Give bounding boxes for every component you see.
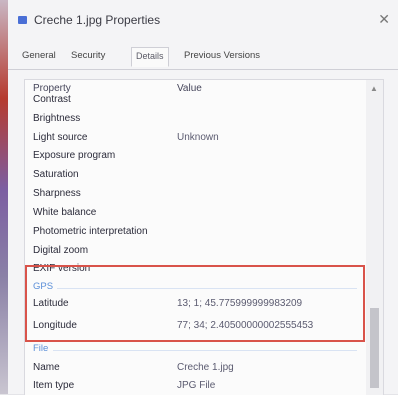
property-value: 13; 1; 45.775999999983209 [177,298,303,309]
property-name: Exposure program [33,150,116,161]
tab-bar: General Security Details Previous Versio… [8,47,398,70]
scroll-up-icon[interactable]: ▲ [370,84,378,93]
list-item[interactable]: EXIF version [25,261,365,279]
property-name: Name [33,362,60,373]
property-name: Item type [33,380,75,391]
list-item-longitude[interactable]: Longitude 77; 34; 2.40500000002555453 [25,318,365,336]
tab-general[interactable]: General [22,50,56,61]
property-name: Contrast [33,94,71,105]
list-item[interactable]: Light source Unknown [25,130,365,148]
property-value: JPG File [177,380,216,391]
property-name: Saturation [33,169,79,180]
list-item[interactable]: Photometric interpretation [25,224,365,242]
section-header-file: File [33,343,49,354]
property-name: Sharpness [33,188,81,199]
list-item-latitude[interactable]: Latitude 13; 1; 45.775999999983209 [25,296,365,314]
list-item[interactable]: Saturation [25,167,365,185]
section-divider [57,288,357,289]
list-item[interactable]: Exposure program [25,148,365,166]
list-item[interactable]: Item type JPG File [25,378,365,395]
tab-details[interactable]: Details [131,47,169,67]
section-header-gps: GPS [33,281,54,292]
property-name: Latitude [33,298,69,309]
property-value: Unknown [177,132,219,143]
vertical-scrollbar[interactable]: ▲ [366,80,383,395]
property-name: White balance [33,207,97,218]
properties-window: Creche 1.jpg Properties ✕ General Securi… [8,0,398,395]
title-bar: Creche 1.jpg Properties ✕ [8,0,398,40]
list-item[interactable]: Brightness [25,111,365,129]
property-name: Light source [33,132,88,143]
property-value: Creche 1.jpg [177,362,234,373]
details-list[interactable]: Property Value Contrast Brightness Light… [24,79,384,395]
list-item[interactable]: Contrast [25,92,365,110]
close-icon[interactable]: ✕ [378,11,390,28]
property-name: Longitude [33,320,77,331]
section-divider [53,350,357,351]
list-item[interactable]: Digital zoom [25,243,365,261]
tab-previous-versions[interactable]: Previous Versions [184,50,260,61]
property-value: 77; 34; 2.40500000002555453 [177,320,314,331]
property-name: Digital zoom [33,245,89,256]
property-name: EXIF version [33,263,91,274]
property-name: Brightness [33,113,81,124]
background-strip [0,0,8,394]
list-item[interactable]: White balance [25,205,365,223]
list-item[interactable]: Sharpness [25,186,365,204]
window-title: Creche 1.jpg Properties [34,13,161,27]
list-item[interactable]: Name Creche 1.jpg [25,360,365,378]
scroll-thumb[interactable] [370,308,379,388]
file-icon [18,16,27,24]
tab-security[interactable]: Security [71,50,105,61]
property-name: Photometric interpretation [33,226,148,237]
